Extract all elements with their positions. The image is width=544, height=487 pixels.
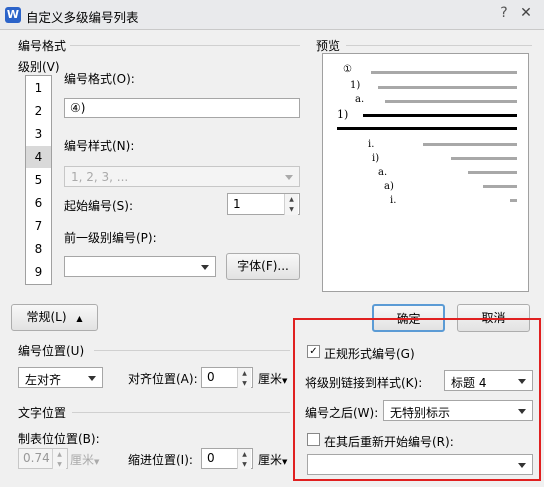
number-style-select[interactable]: 1, 2, 3, ... <box>64 166 300 187</box>
preview-legend: 预览 <box>316 39 341 53</box>
follow-select[interactable]: 无特别标示 <box>383 400 533 421</box>
wps-writer-icon: W <box>5 7 21 23</box>
chevron-down-icon: ▼ <box>94 458 100 466</box>
chevron-down-icon <box>88 375 96 381</box>
preview-bar <box>510 199 517 202</box>
level-item[interactable]: 3 <box>26 123 51 145</box>
tab-position-value: 0.74 <box>23 451 50 465</box>
link-style-select[interactable]: 标题 4 <box>444 370 533 391</box>
preview-line: a. <box>355 94 365 105</box>
preview-bar <box>385 100 517 103</box>
level-item[interactable]: 8 <box>26 238 51 260</box>
preview-bar <box>483 185 517 188</box>
preview-line: 1) <box>350 80 361 91</box>
tab-unit-value: 厘米 <box>70 453 95 467</box>
normal-button-label: 常规(L) <box>26 310 67 324</box>
link-style-value: 标题 4 <box>451 376 487 390</box>
start-label: 起始编号(S): <box>64 199 134 213</box>
chevron-down-icon <box>518 408 526 414</box>
text-position-legend: 文字位置 <box>18 406 67 420</box>
align-position-stepper[interactable]: 0 ▲ ▼ <box>201 367 253 388</box>
indent-label: 缩进位置(I): <box>128 453 193 467</box>
number-format-input[interactable]: ④) <box>64 98 300 118</box>
window-title: 自定义多级编号列表 <box>26 10 139 25</box>
preview-bar <box>451 157 517 160</box>
preview-bar <box>378 86 517 89</box>
spin-down-icon[interactable]: ▼ <box>52 459 66 469</box>
chevron-up-icon: ▲ <box>76 314 83 323</box>
prev-level-label: 前一级别编号(P): <box>64 231 157 245</box>
preview-bar-current <box>337 127 517 130</box>
close-icon[interactable]: ✕ <box>515 4 537 22</box>
level-item-selected[interactable]: 4 <box>26 146 51 168</box>
chevron-down-icon <box>201 264 209 270</box>
level-item[interactable]: 5 <box>26 169 51 191</box>
number-format-value: ④) <box>70 101 86 115</box>
prev-level-select[interactable] <box>64 256 216 277</box>
chevron-down-icon: ▼ <box>282 377 288 385</box>
preview-line-current: 1) <box>337 108 349 121</box>
level-list[interactable]: 1 2 3 4 5 6 7 8 9 <box>25 75 52 285</box>
legal-numbering-checkbox[interactable]: ✓ <box>307 345 320 358</box>
chevron-down-icon <box>285 174 293 180</box>
legal-numbering-label: 正规形式编号(G) <box>324 347 415 361</box>
follow-label: 编号之后(W): <box>305 406 379 420</box>
level-item[interactable]: 9 <box>26 261 51 283</box>
spin-down-icon[interactable]: ▼ <box>237 459 251 469</box>
align-position-value: 0 <box>207 370 215 384</box>
indent-value: 0 <box>207 451 215 465</box>
help-icon[interactable]: ? <box>495 4 513 22</box>
chevron-down-icon: ▼ <box>282 458 288 466</box>
follow-value: 无特别标示 <box>390 406 451 420</box>
divider <box>72 412 290 413</box>
normal-toggle-button[interactable]: 常规(L) ▲ <box>11 304 98 331</box>
preview-line: a) <box>384 181 394 192</box>
tab-position-label: 制表位位置(B): <box>18 432 100 446</box>
preview-bar <box>468 171 517 174</box>
spin-down-icon[interactable]: ▼ <box>237 378 251 388</box>
alignment-value: 左对齐 <box>25 373 62 387</box>
level-item[interactable]: 1 <box>26 77 51 99</box>
format-label: 编号格式(O): <box>64 72 135 86</box>
indent-unit-select[interactable]: 厘米▼ <box>258 451 287 468</box>
level-label: 级别(V) <box>18 60 60 74</box>
preview-bar <box>371 71 517 74</box>
spin-down-icon[interactable]: ▼ <box>284 204 298 215</box>
preview-bar <box>423 143 517 146</box>
chevron-down-icon <box>518 462 526 468</box>
number-style-value: 1, 2, 3, ... <box>71 170 129 184</box>
start-number-value: 1 <box>233 197 241 211</box>
level-item[interactable]: 6 <box>26 192 51 214</box>
tab-unit-select[interactable]: 厘米▼ <box>70 451 99 468</box>
indent-stepper[interactable]: 0 ▲ ▼ <box>201 448 253 469</box>
preview-line: ① <box>343 64 352 75</box>
number-format-legend: 编号格式 <box>18 39 67 53</box>
divider <box>346 45 532 46</box>
divider <box>94 350 290 351</box>
align-unit-value: 厘米 <box>258 372 283 386</box>
restart-checkbox[interactable] <box>307 433 320 446</box>
preview-line: a. <box>378 167 388 178</box>
start-number-stepper[interactable]: 1 ▲ ▼ <box>227 193 300 215</box>
tab-position-stepper[interactable]: 0.74 ▲ ▼ <box>18 448 68 469</box>
restart-select[interactable] <box>307 454 533 475</box>
preview-line: i) <box>372 153 380 164</box>
align-position-label: 对齐位置(A): <box>128 372 198 386</box>
preview-line: i. <box>368 139 375 150</box>
level-item[interactable]: 2 <box>26 100 51 122</box>
indent-unit-value: 厘米 <box>258 453 283 467</box>
link-style-label: 将级别链接到样式(K): <box>305 376 423 390</box>
number-position-legend: 编号位置(U) <box>18 344 85 358</box>
style-label: 编号样式(N): <box>64 139 135 153</box>
chevron-down-icon <box>518 378 526 384</box>
preview-bar-current <box>363 114 517 117</box>
alignment-select[interactable]: 左对齐 <box>18 367 103 388</box>
level-item[interactable]: 7 <box>26 215 51 237</box>
restart-label: 在其后重新开始编号(R): <box>324 435 454 449</box>
divider <box>70 45 300 46</box>
preview-pane: ① 1) a. 1) i. i) a. a) i. <box>322 53 529 292</box>
preview-line: i. <box>390 195 397 206</box>
align-unit-select[interactable]: 厘米▼ <box>258 370 287 387</box>
font-button[interactable]: 字体(F)... <box>226 253 300 280</box>
